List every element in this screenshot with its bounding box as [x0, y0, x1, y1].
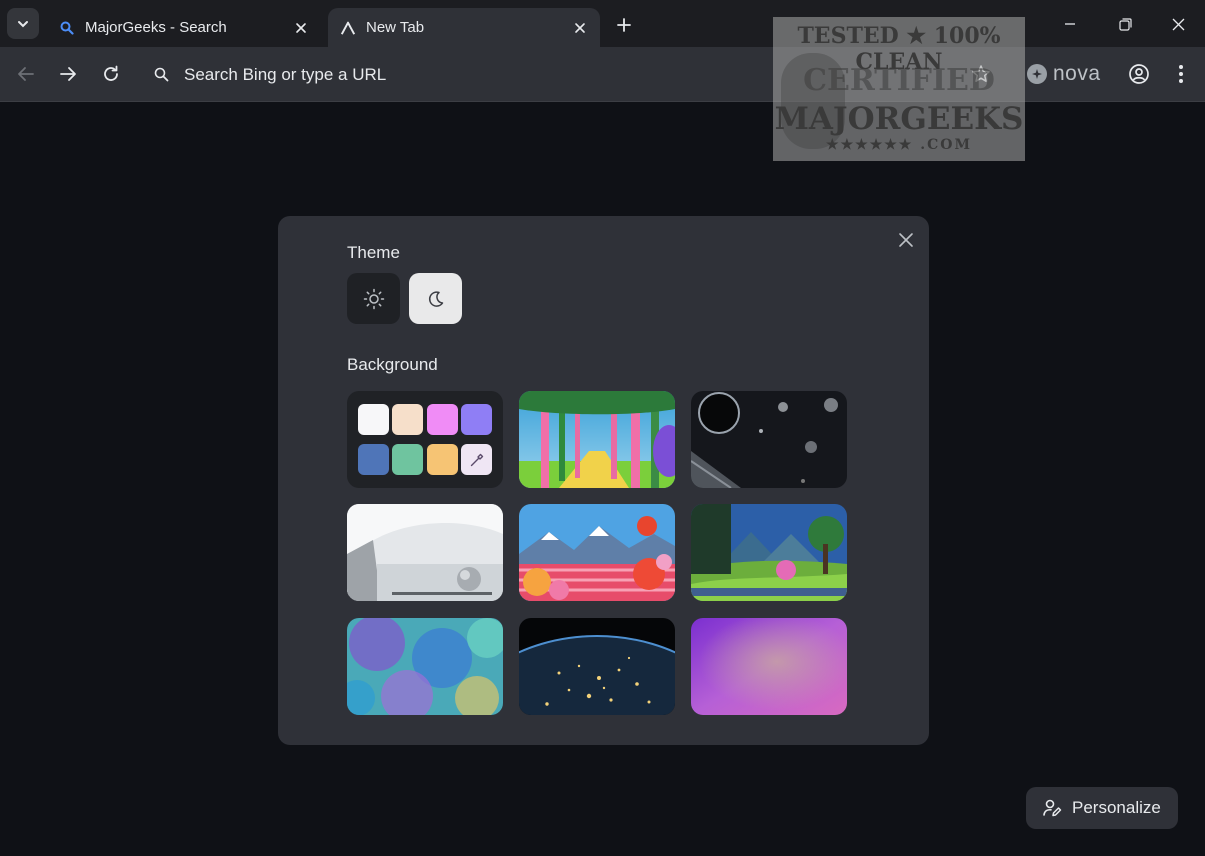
menu-button[interactable] — [1167, 60, 1195, 88]
color-swatch-purple[interactable] — [461, 404, 492, 435]
color-swatch-pink[interactable] — [427, 404, 458, 435]
profile-avatar-icon — [1027, 64, 1047, 84]
background-earth-night-lights[interactable] — [519, 618, 675, 715]
account-button[interactable] — [1125, 60, 1153, 88]
background-space-planet[interactable] — [691, 391, 847, 488]
tab-majorgeeks-search[interactable]: MajorGeeks - Search — [47, 8, 321, 47]
dark-theme-button[interactable] — [409, 273, 462, 324]
more-vertical-icon — [1179, 65, 1183, 83]
arrow-right-icon — [60, 67, 76, 81]
minimize-button[interactable] — [1050, 8, 1090, 40]
back-button[interactable] — [12, 60, 40, 88]
sun-icon — [363, 288, 384, 309]
customize-dialog: Theme Background — [278, 216, 929, 745]
reload-button[interactable] — [97, 60, 125, 88]
plus-icon — [617, 18, 631, 32]
browser-logo-icon — [340, 20, 356, 36]
color-swatch-white[interactable] — [358, 404, 389, 435]
light-theme-button[interactable] — [347, 273, 400, 324]
search-icon — [59, 20, 75, 36]
background-green-valley[interactable] — [691, 504, 847, 601]
background-flowers-mountains[interactable] — [519, 504, 675, 601]
restore-button[interactable] — [1105, 8, 1145, 40]
search-icon — [152, 66, 170, 84]
chevron-down-icon — [18, 20, 28, 27]
watermark-line: MAJORGEEKS — [774, 101, 1024, 137]
moon-icon — [428, 290, 443, 307]
close-tab-icon[interactable] — [289, 16, 313, 40]
close-tab-icon[interactable] — [568, 16, 592, 40]
eyedropper-icon — [470, 453, 483, 466]
new-tab-button[interactable] — [610, 11, 638, 39]
address-bar-placeholder: Search Bing or type a URL — [184, 64, 387, 84]
forward-button[interactable] — [54, 60, 82, 88]
profile-chip[interactable]: nova — [1027, 61, 1101, 87]
custom-color-picker[interactable] — [461, 444, 492, 475]
arrow-left-icon — [18, 67, 34, 81]
minimize-icon — [1065, 23, 1075, 25]
background-purple-gradient[interactable] — [691, 618, 847, 715]
background-heading: Background — [347, 355, 438, 374]
personalize-icon — [1042, 798, 1062, 818]
color-swatch-green[interactable] — [392, 444, 423, 475]
theme-heading: Theme — [347, 243, 400, 262]
background-watercolor-nebula[interactable] — [347, 618, 503, 715]
watermark-line: CERTIFIED — [803, 63, 995, 98]
personalize-label: Personalize — [1072, 798, 1161, 817]
color-swatch-orange[interactable] — [427, 444, 458, 475]
account-circle-icon — [1129, 64, 1149, 84]
tab-new-tab[interactable]: New Tab — [328, 8, 600, 47]
close-icon — [1172, 18, 1184, 30]
color-swatch-blue[interactable] — [358, 444, 389, 475]
tab-title: New Tab — [366, 19, 425, 36]
majorgeeks-watermark: TESTED ★ 100% CLEAN CERTIFIED MAJORGEEKS… — [773, 17, 1025, 161]
color-swatch-peach[interactable] — [392, 404, 423, 435]
profile-name: nova — [1053, 62, 1101, 85]
background-pink-forest[interactable] — [519, 391, 675, 488]
personalize-button[interactable]: Personalize — [1026, 787, 1178, 829]
restore-icon — [1118, 17, 1132, 31]
reload-icon — [104, 65, 118, 81]
color-swatches-tile — [347, 391, 503, 488]
close-dialog-button[interactable] — [892, 226, 920, 254]
tab-title: MajorGeeks - Search — [85, 19, 227, 36]
close-window-button[interactable] — [1158, 8, 1198, 40]
watermark-line: ★★★★★★ .COM — [826, 137, 972, 153]
close-icon — [899, 233, 913, 247]
tab-search-button[interactable] — [7, 8, 39, 39]
background-white-room-sphere[interactable] — [347, 504, 503, 601]
